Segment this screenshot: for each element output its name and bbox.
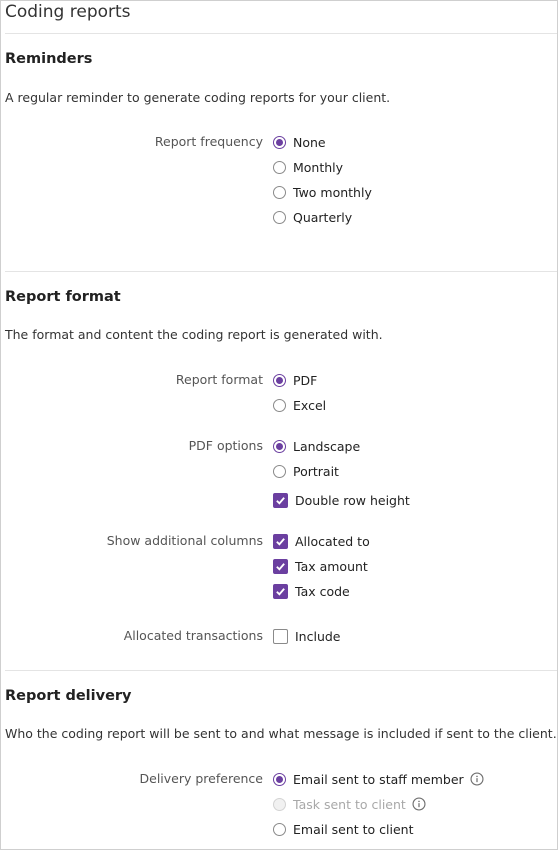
check-icon [276, 537, 285, 546]
additional-columns-label: Show additional columns [106, 533, 263, 548]
option-label: Two monthly [293, 184, 372, 200]
option-label: Email sent to client [293, 821, 414, 837]
checkbox[interactable] [273, 628, 288, 644]
report-frequency-label: Report frequency [154, 134, 263, 149]
checkbox-label: Include [295, 628, 341, 644]
double-row-height-checkbox[interactable]: Double row height [273, 491, 410, 509]
radio-selected[interactable] [273, 439, 286, 453]
option-label: PDF [293, 372, 318, 388]
reminders-heading: Reminders [5, 51, 93, 67]
report-delivery-description: Who the coding report will be sent to an… [5, 726, 557, 741]
delivery-option-email-client[interactable]: Email sent to client [273, 820, 414, 838]
checkbox-checked[interactable] [273, 492, 288, 508]
report-format-description: The format and content the coding report… [5, 327, 383, 342]
radio-selected[interactable] [273, 373, 286, 387]
column-allocated-to-checkbox[interactable]: Allocated to [273, 532, 370, 550]
option-label: Monthly [293, 159, 344, 175]
radio[interactable] [273, 185, 286, 199]
divider [5, 271, 557, 272]
option-label: Excel [293, 397, 327, 413]
format-option-excel[interactable]: Excel [273, 396, 326, 414]
radio[interactable] [273, 210, 286, 224]
reminders-description: A regular reminder to generate coding re… [5, 90, 391, 105]
report-format-heading: Report format [5, 289, 121, 305]
checkbox-label: Double row height [295, 492, 410, 508]
report-delivery-heading: Report delivery [5, 688, 132, 704]
divider [5, 670, 557, 671]
frequency-option-monthly[interactable]: Monthly [273, 158, 343, 176]
format-option-pdf[interactable]: PDF [273, 371, 317, 389]
page-title: Coding reports [5, 2, 131, 22]
pdf-option-landscape[interactable]: Landscape [273, 437, 360, 455]
option-label: Quarterly [293, 209, 353, 225]
delivery-option-email-staff[interactable]: Email sent to staff member [273, 770, 484, 788]
pdf-option-portrait[interactable]: Portrait [273, 462, 339, 480]
check-icon [276, 496, 285, 505]
delivery-preference-label: Delivery preference [139, 771, 263, 786]
checkbox-label: Allocated to [295, 533, 370, 549]
radio-selected[interactable] [273, 772, 286, 786]
radio[interactable] [273, 822, 286, 836]
checkbox-checked[interactable] [273, 533, 288, 549]
divider [5, 33, 557, 34]
check-icon [276, 587, 285, 596]
delivery-option-task-client: Task sent to client [273, 795, 426, 813]
radio-selected[interactable] [273, 135, 286, 149]
radio-disabled [273, 797, 286, 811]
checkbox-checked[interactable] [273, 558, 288, 574]
checkbox-label: Tax code [295, 583, 350, 599]
allocated-transactions-label: Allocated transactions [123, 628, 263, 643]
column-tax-amount-checkbox[interactable]: Tax amount [273, 557, 368, 575]
info-icon[interactable] [412, 797, 426, 811]
option-label: None [293, 134, 326, 150]
option-label: Email sent to staff member [293, 771, 464, 787]
option-label: Task sent to client [293, 796, 406, 812]
include-allocated-checkbox[interactable]: Include [273, 627, 341, 645]
frequency-option-two-monthly[interactable]: Two monthly [273, 183, 372, 201]
column-tax-code-checkbox[interactable]: Tax code [273, 582, 350, 600]
checkbox-checked[interactable] [273, 583, 288, 599]
frequency-option-none[interactable]: None [273, 133, 326, 151]
radio[interactable] [273, 398, 286, 412]
info-icon[interactable] [470, 772, 484, 786]
option-label: Portrait [293, 463, 339, 479]
option-label: Landscape [293, 438, 361, 454]
checkbox-label: Tax amount [295, 558, 368, 574]
pdf-options-label: PDF options [188, 438, 263, 453]
report-format-label: Report format [175, 372, 263, 387]
check-icon [276, 562, 285, 571]
frequency-option-quarterly[interactable]: Quarterly [273, 208, 352, 226]
radio[interactable] [273, 160, 286, 174]
coding-reports-panel: Coding reports Reminders A regular remin… [0, 0, 558, 850]
radio[interactable] [273, 464, 286, 478]
